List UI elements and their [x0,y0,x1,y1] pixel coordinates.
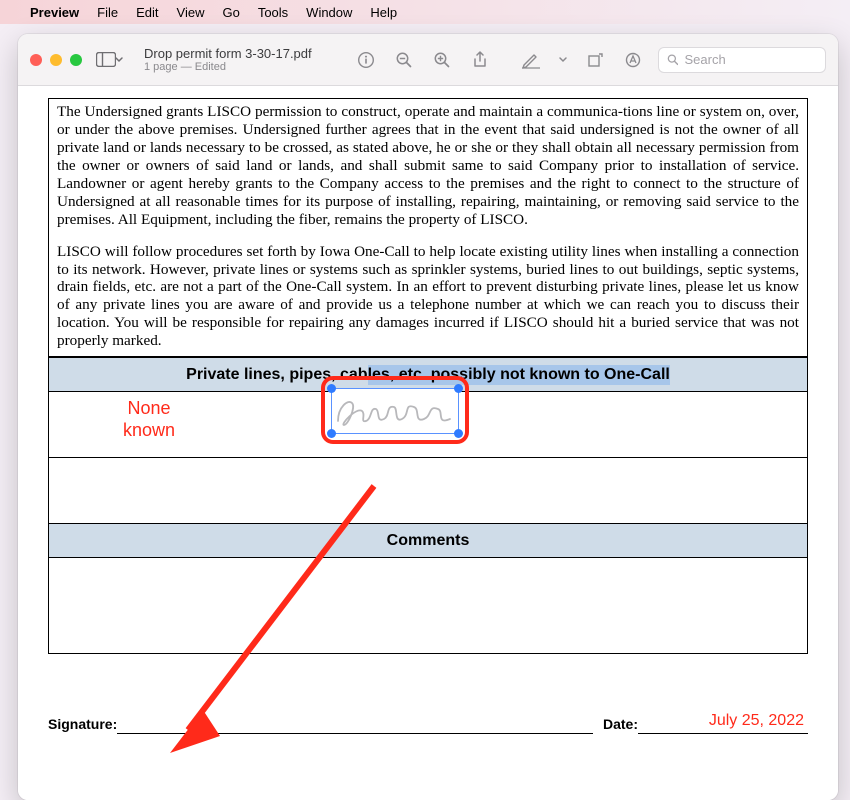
date-field: July 25, 2022 [638,716,808,734]
menubar-item-edit[interactable]: Edit [136,5,158,20]
info-icon [357,51,375,69]
comments-row [49,558,808,654]
private-lines-table: Private lines, pipes, cables, etc. possi… [48,357,808,654]
share-icon [472,51,488,69]
annotation-none-known[interactable]: None known [123,398,175,441]
anno-none-line2: known [123,420,175,440]
resize-handle-tr[interactable] [454,384,463,393]
chevron-down-icon [114,52,124,67]
comments-header-text: Comments [387,532,470,549]
resize-handle-br[interactable] [454,429,463,438]
search-input[interactable] [684,52,817,67]
signature-annotation-selected[interactable] [321,376,469,444]
preview-window: Drop permit form 3-30-17.pdf 1 page — Ed… [18,34,838,800]
zoom-in-icon [433,51,451,69]
menubar-item-file[interactable]: File [97,5,118,20]
private-lines-row-1: None known [49,392,808,458]
toolbar-divider [505,50,506,70]
minimize-window-button[interactable] [50,54,62,66]
zoom-out-icon [395,51,413,69]
rotate-icon [586,51,604,69]
anno-none-line1: None [128,398,171,418]
macos-menubar: Preview File Edit View Go Tools Window H… [0,0,850,24]
markup-button[interactable] [518,46,544,74]
private-lines-row-2 [49,458,808,524]
search-icon [667,53,678,66]
paragraph-2: LISCO will follow procedures set forth b… [57,243,799,351]
signature-annotation-box[interactable] [331,388,459,434]
window-traffic-lights [30,54,82,66]
document-subtitle: 1 page — Edited [144,61,312,73]
menubar-item-help[interactable]: Help [370,5,397,20]
pdf-page: The Undersigned grants LISCO permission … [48,98,808,734]
share-button[interactable] [467,46,493,74]
menubar-item-tools[interactable]: Tools [258,5,288,20]
close-window-button[interactable] [30,54,42,66]
info-button[interactable] [353,46,379,74]
menubar-item-window[interactable]: Window [306,5,352,20]
menubar-app-name[interactable]: Preview [30,5,79,20]
resize-handle-bl[interactable] [327,429,336,438]
date-value-annotation[interactable]: July 25, 2022 [709,712,804,730]
signature-label: Signature: [48,716,117,734]
document-viewport[interactable]: The Undersigned grants LISCO permission … [18,86,838,800]
document-filename: Drop permit form 3-30-17.pdf [144,46,312,61]
sidebar-icon [96,52,116,67]
maximize-window-button[interactable] [70,54,82,66]
paragraph-1: The Undersigned grants LISCO permission … [57,103,799,229]
highlight-button[interactable] [620,46,646,74]
signature-field [117,716,593,734]
permit-body-text: The Undersigned grants LISCO permission … [48,98,808,357]
signature-scribble-icon [332,389,460,435]
toolbar-right [353,46,826,74]
search-field[interactable] [658,47,826,73]
title-block: Drop permit form 3-30-17.pdf 1 page — Ed… [144,46,312,73]
date-label: Date: [603,716,638,734]
comments-header: Comments [49,524,808,558]
markup-pen-icon [521,51,541,69]
zoom-out-button[interactable] [391,46,417,74]
chevron-down-icon [558,52,568,67]
menubar-item-view[interactable]: View [177,5,205,20]
highlighter-icon [624,51,642,69]
markup-dropdown-button[interactable] [556,46,570,74]
rotate-button[interactable] [582,46,608,74]
menubar-item-go[interactable]: Go [222,5,239,20]
window-titlebar: Drop permit form 3-30-17.pdf 1 page — Ed… [18,34,838,86]
zoom-in-button[interactable] [429,46,455,74]
sidebar-toggle-button[interactable] [92,46,128,74]
signature-line: Signature: Date: July 25, 2022 [48,716,808,734]
